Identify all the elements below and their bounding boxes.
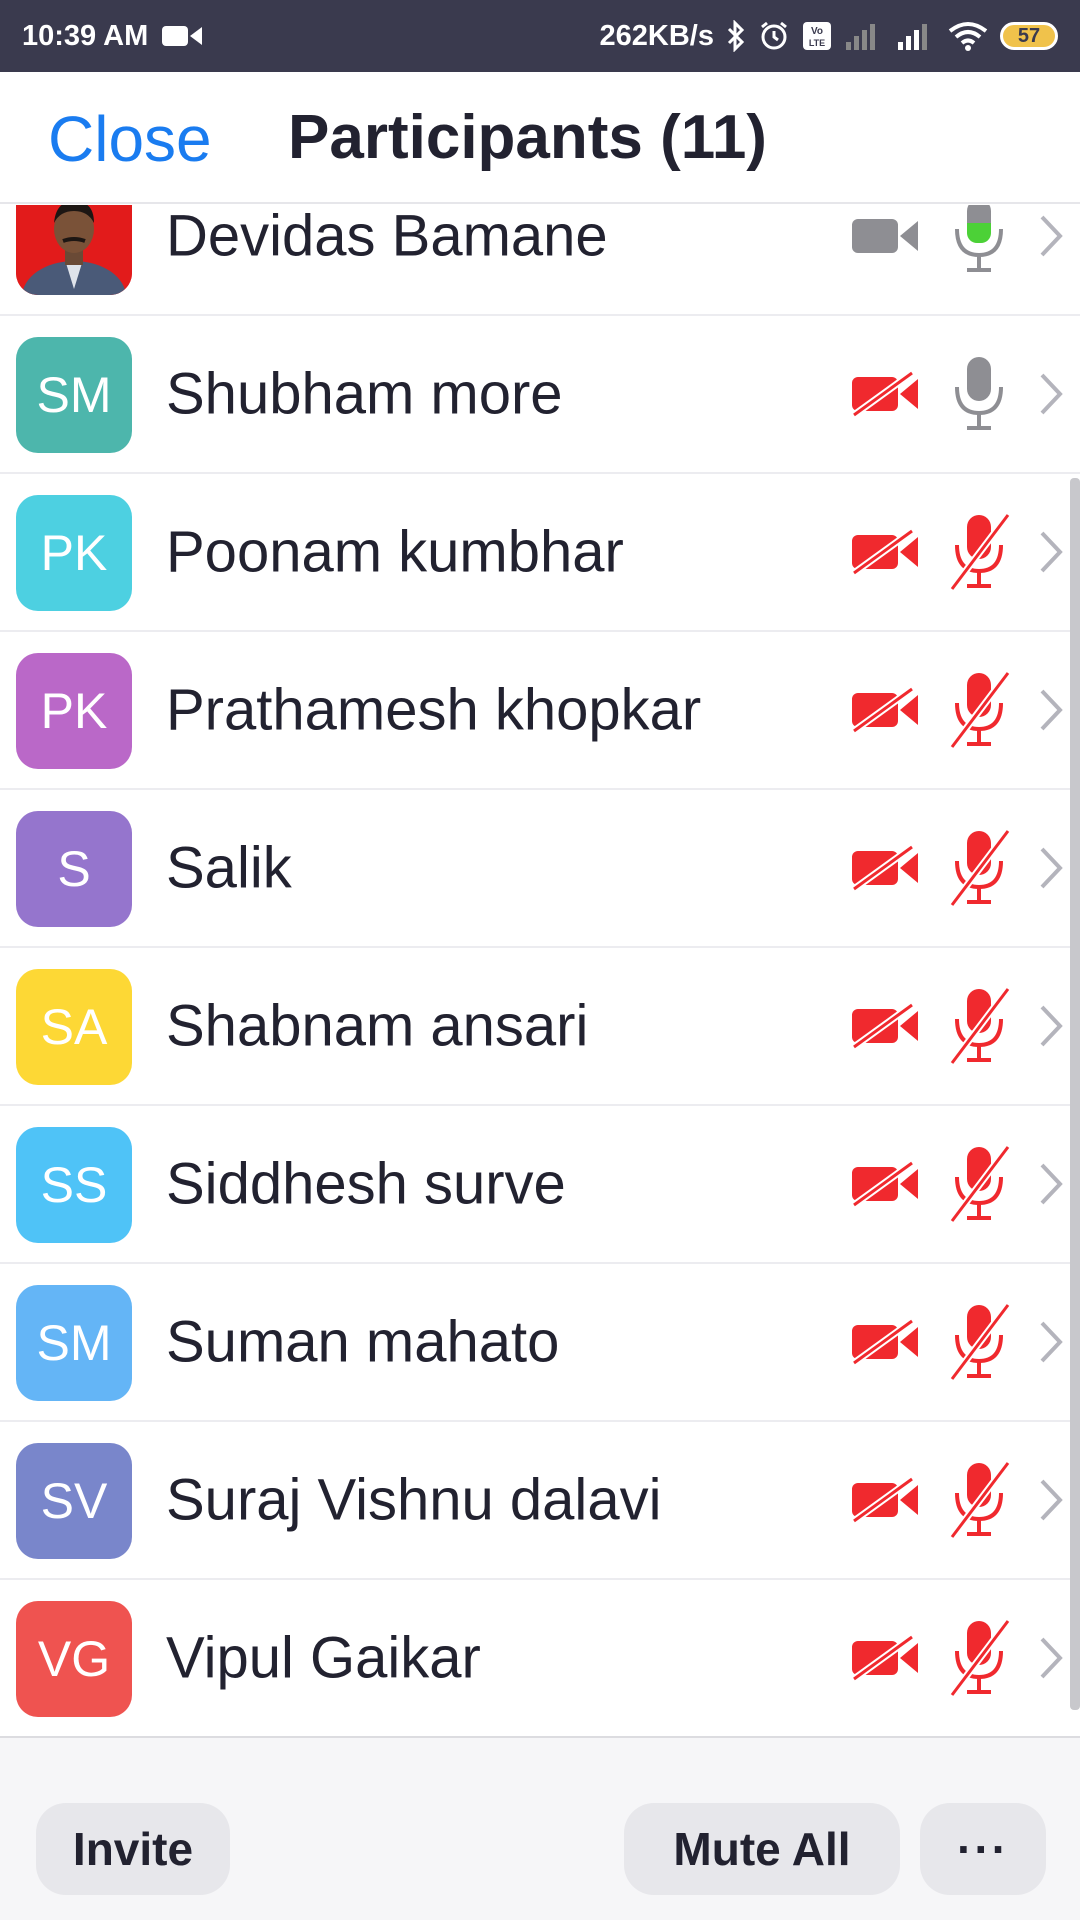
- mic-speaking-icon: [946, 205, 1012, 279]
- participant-name: Suman mahato: [166, 1309, 560, 1375]
- network-speed: 262KB/s: [599, 19, 714, 52]
- participant-row[interactable]: SA Shabnam ansari: [0, 948, 1080, 1106]
- participant-list[interactable]: Devidas Bamane SM Shubham more PK Poonam kum…: [0, 205, 1080, 1736]
- chevron-right-icon[interactable]: [1036, 843, 1066, 893]
- participant-name: Prathamesh khopkar: [166, 677, 702, 743]
- chevron-right-icon[interactable]: [1036, 369, 1066, 419]
- video-off-icon: [850, 1002, 920, 1050]
- more-options-button[interactable]: ···: [920, 1803, 1046, 1895]
- avatar: SV: [16, 1443, 132, 1559]
- chevron-right-icon[interactable]: [1036, 1317, 1066, 1367]
- participant-row[interactable]: SV Suraj Vishnu dalavi: [0, 1422, 1080, 1580]
- video-recording-icon: [162, 24, 203, 48]
- avatar: SS: [16, 1127, 132, 1243]
- close-button[interactable]: Close: [48, 102, 212, 176]
- participant-row[interactable]: SM Suman mahato: [0, 1264, 1080, 1422]
- participant-name: Siddhesh surve: [166, 1151, 566, 1217]
- svg-text:Vo: Vo: [811, 26, 823, 37]
- signal-icon-2: [896, 22, 936, 50]
- avatar-photo: [16, 205, 132, 295]
- svg-text:LTE: LTE: [809, 38, 825, 48]
- avatar: PK: [16, 653, 132, 769]
- scrollbar[interactable]: [1070, 478, 1080, 1710]
- video-off-icon: [850, 1318, 920, 1366]
- video-off-icon: [850, 1634, 920, 1682]
- participant-row[interactable]: PK Poonam kumbhar: [0, 474, 1080, 632]
- participant-name: Vipul Gaikar: [166, 1625, 481, 1691]
- avatar: PK: [16, 495, 132, 611]
- avatar: S: [16, 811, 132, 927]
- participant-row[interactable]: Devidas Bamane: [0, 205, 1080, 316]
- chevron-right-icon[interactable]: [1036, 1633, 1066, 1683]
- chevron-right-icon[interactable]: [1036, 1475, 1066, 1525]
- avatar: SM: [16, 1285, 132, 1401]
- status-bar: 10:39 AM 262KB/s Vo LTE 57: [0, 0, 1080, 72]
- avatar: SA: [16, 969, 132, 1085]
- video-off-icon: [850, 528, 920, 576]
- chevron-right-icon[interactable]: [1036, 685, 1066, 735]
- alarm-icon: [758, 20, 790, 52]
- chevron-right-icon[interactable]: [1036, 1001, 1066, 1051]
- video-on-icon: [850, 213, 920, 259]
- participant-name: Shabnam ansari: [166, 993, 589, 1059]
- mic-on-icon: [946, 351, 1012, 437]
- mic-muted-icon: [946, 1457, 1012, 1543]
- bottom-bar: Invite Mute All ···: [0, 1736, 1080, 1920]
- signal-icon-1: [844, 22, 884, 50]
- invite-button[interactable]: Invite: [36, 1803, 230, 1895]
- mic-muted-icon: [946, 1299, 1012, 1385]
- participant-name: Shubham more: [166, 361, 563, 427]
- mic-muted-icon: [946, 1615, 1012, 1701]
- volte-icon: Vo LTE: [802, 21, 832, 51]
- participant-row[interactable]: VG Vipul Gaikar: [0, 1580, 1080, 1736]
- battery-indicator: 57: [1000, 22, 1058, 50]
- page-title: Participants (11): [288, 103, 767, 172]
- chevron-right-icon[interactable]: [1036, 1159, 1066, 1209]
- mic-muted-icon: [946, 1141, 1012, 1227]
- video-off-icon: [850, 1476, 920, 1524]
- status-time: 10:39 AM: [22, 19, 149, 52]
- mic-muted-icon: [946, 825, 1012, 911]
- participants-header: Close Participants (11): [0, 72, 1080, 204]
- participant-row[interactable]: S Salik: [0, 790, 1080, 948]
- mute-all-button[interactable]: Mute All: [624, 1803, 900, 1895]
- participant-row[interactable]: SS Siddhesh surve: [0, 1106, 1080, 1264]
- chevron-right-icon[interactable]: [1036, 527, 1066, 577]
- participant-name: Poonam kumbhar: [166, 519, 624, 585]
- video-off-icon: [850, 1160, 920, 1208]
- chevron-right-icon[interactable]: [1036, 211, 1066, 261]
- mic-muted-icon: [946, 667, 1012, 753]
- mic-muted-icon: [946, 509, 1012, 595]
- participant-row[interactable]: SM Shubham more: [0, 316, 1080, 474]
- mic-muted-icon: [946, 983, 1012, 1069]
- avatar: SM: [16, 337, 132, 453]
- video-off-icon: [850, 370, 920, 418]
- participant-name: Suraj Vishnu dalavi: [166, 1467, 662, 1533]
- video-off-icon: [850, 844, 920, 892]
- participant-row[interactable]: PK Prathamesh khopkar: [0, 632, 1080, 790]
- participant-name: Salik: [166, 835, 292, 901]
- participant-name: Devidas Bamane: [166, 205, 608, 269]
- avatar: VG: [16, 1601, 132, 1717]
- bluetooth-icon: [726, 20, 746, 52]
- video-off-icon: [850, 686, 920, 734]
- wifi-icon: [948, 21, 988, 51]
